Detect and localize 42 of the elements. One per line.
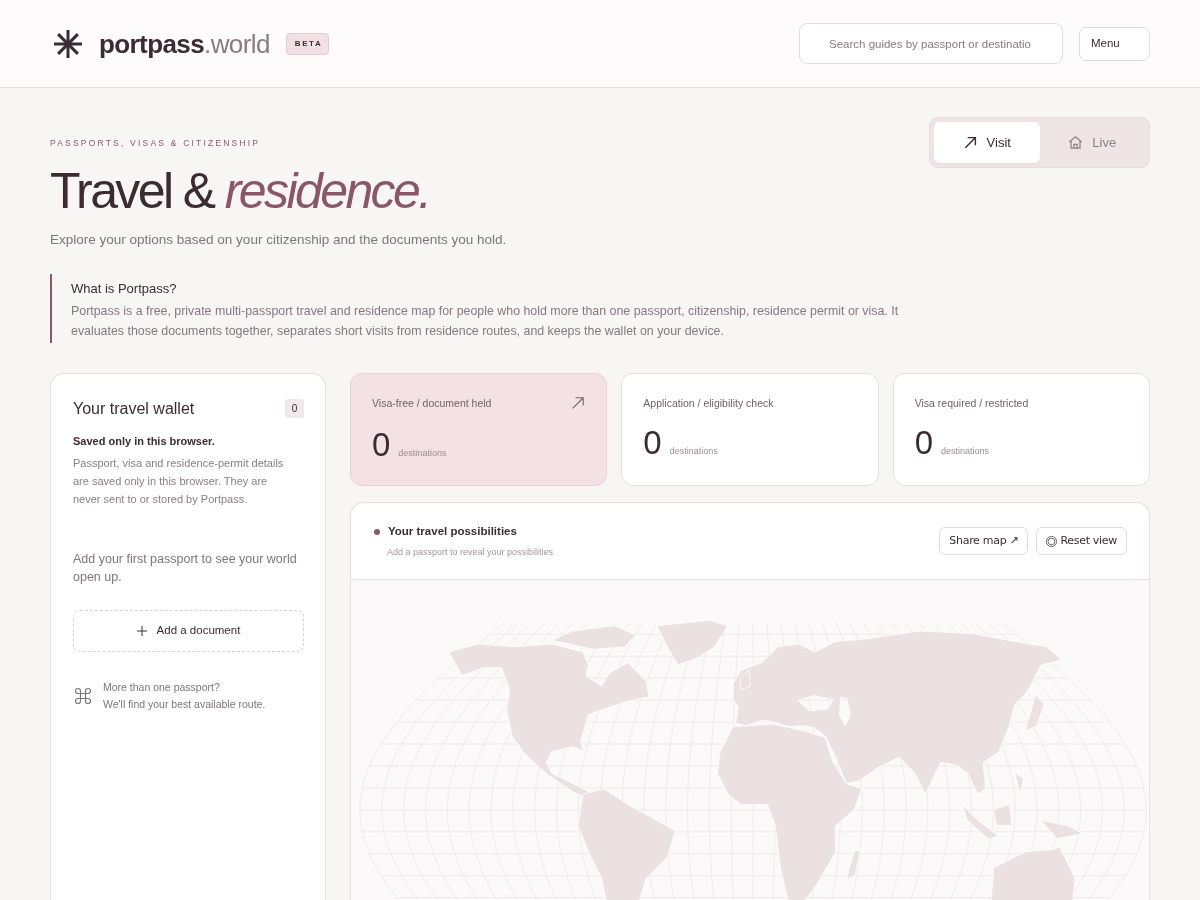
- status-dot-icon: [374, 528, 380, 535]
- map-title: Your travel possibilities: [388, 525, 517, 539]
- summary-label: Visa-free / document held: [372, 397, 492, 410]
- search-field[interactable]: Search guides by passport or destinatio: [799, 23, 1063, 64]
- summary-unit: destinations: [398, 448, 447, 458]
- tip-question: More than one passport?: [103, 679, 221, 695]
- logo-text[interactable]: portpass.world: [99, 30, 270, 57]
- status-summary-card[interactable]: Visa-free / document held 0 destinations: [350, 373, 608, 487]
- privacy-note-title: Saved only in this browser.: [73, 435, 216, 449]
- summary-unit: destinations: [669, 446, 718, 456]
- summary-count: 0: [914, 425, 933, 459]
- summary-count: 0: [372, 427, 391, 461]
- share-map-button[interactable]: Share map ↗: [939, 527, 1029, 556]
- home-icon: [1068, 135, 1084, 150]
- summary-label: Application / eligibility check: [643, 397, 774, 410]
- about-text: Portpass is a free, private multi-passport travel and residence map for people who hold more than one passport, citizenship, residence permit or visa. It evaluates those documents together, separates short visits from residence routes, and keeps the wallet on your device.: [71, 303, 900, 341]
- status-summary-card[interactable]: Visa required / restricted 0 destinations: [892, 373, 1150, 487]
- add-document-button[interactable]: Add a document: [73, 609, 304, 652]
- wallet-title: Your travel wallet: [73, 399, 195, 419]
- beta-tag: BETA: [285, 32, 330, 55]
- about-title: What is Portpass?: [71, 280, 178, 297]
- tip-text: We'll find your best available route.: [103, 696, 266, 712]
- menu-button[interactable]: Menu: [1079, 26, 1150, 61]
- command-key-icon: [73, 685, 93, 706]
- summary-count: 0: [643, 425, 662, 459]
- asterisk-logo-icon: [53, 28, 83, 59]
- status-summary-card[interactable]: Application / eligibility check 0 destinations: [621, 373, 879, 487]
- privacy-note-text: Passport, visa and residence-permit details are saved only in this browser. They are never sent to or stored by Portpass.: [73, 455, 285, 507]
- page-title: Travel & residence.: [50, 165, 431, 216]
- mode-tab[interactable]: Visit: [934, 122, 1040, 163]
- eyebrow-text: PASSPORTS, VISAS & CITIZENSHIP: [50, 139, 262, 148]
- map-subtitle: Add a passport to reveal your possibilities: [386, 546, 554, 558]
- arrow-up-right-icon: [962, 135, 978, 150]
- document-count: 0: [285, 399, 304, 419]
- plus-icon: [136, 625, 147, 636]
- reset-view-button[interactable]: Reset view: [1036, 527, 1127, 556]
- page-subtitle: Explore your options based on your citizenship and the documents you hold.: [50, 231, 507, 248]
- summary-unit: destinations: [941, 446, 990, 456]
- summary-label: Visa required / restricted: [914, 397, 1029, 410]
- arrow-up-right-icon: [572, 397, 585, 410]
- empty-wallet-text: Add your first passport to see your world open up.: [73, 550, 298, 586]
- ring-icon: [1046, 535, 1058, 547]
